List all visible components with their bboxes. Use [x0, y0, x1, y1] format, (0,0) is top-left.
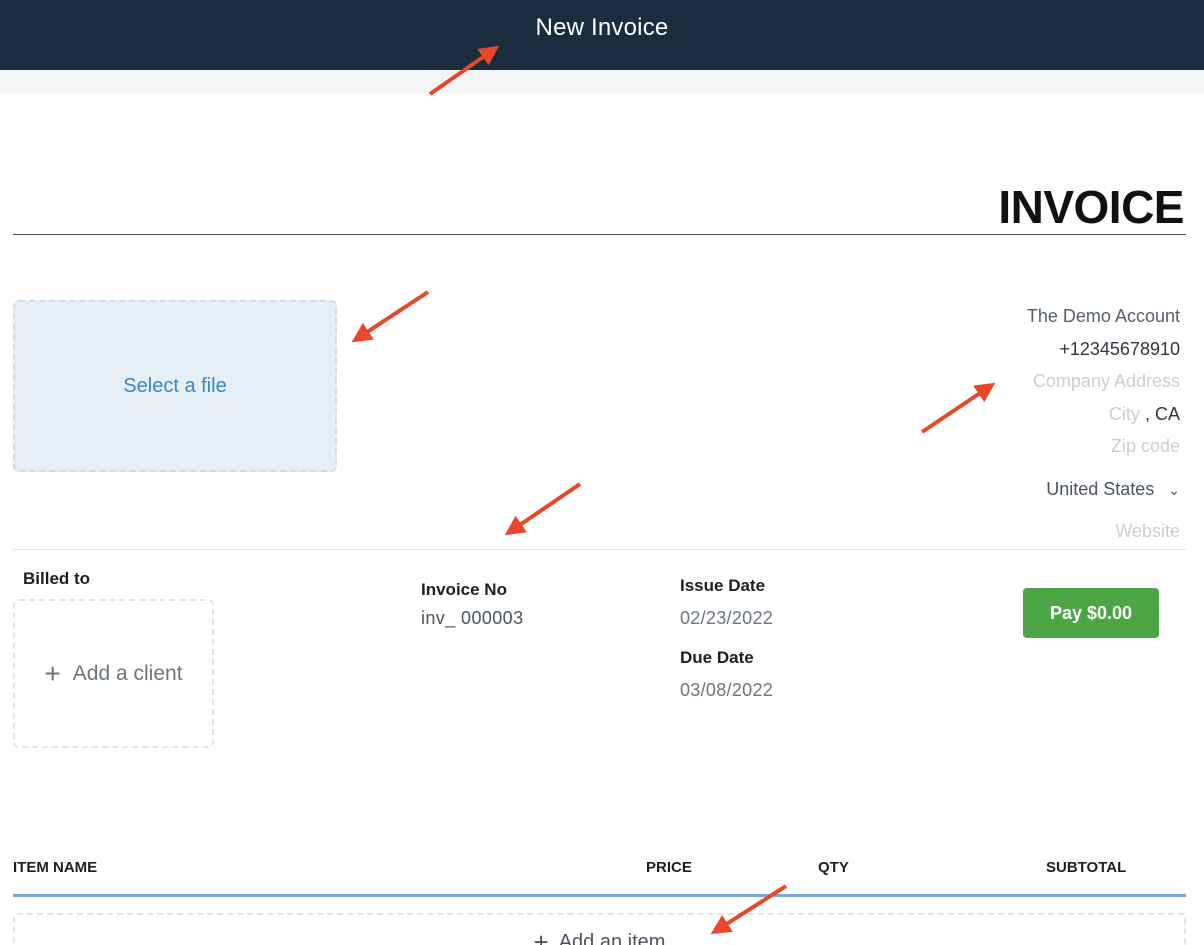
plus-icon: + [44, 657, 61, 689]
due-date-field[interactable]: 03/08/2022 [680, 680, 773, 701]
city-field[interactable]: City [1109, 404, 1140, 424]
invoice-no-number: 000003 [461, 608, 524, 628]
select-file-label: Select a file [123, 374, 227, 397]
pay-button[interactable]: Pay $0.00 [1023, 588, 1159, 638]
zip-code-field[interactable]: Zip code [860, 430, 1180, 463]
column-header-qty: QTY [818, 859, 849, 876]
invoice-page: New Invoice INVOICE Select a file The De… [0, 0, 1204, 945]
billed-to-label: Billed to [23, 569, 91, 588]
issue-date-label: Issue Date [680, 576, 766, 595]
table-header-rule [13, 894, 1186, 897]
invoice-heading: INVOICE [998, 181, 1184, 233]
add-client-label: Add a client [72, 661, 183, 685]
due-date-label: Due Date [680, 648, 754, 667]
chevron-down-icon: ⌄ [1168, 481, 1180, 498]
add-item-button[interactable]: + Add an item [13, 913, 1186, 945]
invoice-no-label: Invoice No [421, 580, 507, 599]
add-item-label: Add an item [558, 931, 666, 945]
top-bar: New Invoice [0, 0, 1204, 70]
city-state-row: City , CA [860, 398, 1180, 431]
column-header-subtotal: SUBTOTAL [1046, 859, 1127, 876]
sub-bar [0, 70, 1204, 93]
logo-file-picker[interactable]: Select a file [13, 300, 337, 472]
state-field[interactable]: CA [1155, 404, 1180, 424]
invoice-no-value[interactable]: inv_ 000003 [421, 608, 524, 629]
company-details: The Demo Account +12345678910 Company Ad… [860, 300, 1180, 548]
country-select[interactable]: United States ⌄ [860, 473, 1180, 506]
company-address-field[interactable]: Company Address [860, 365, 1180, 398]
annotation-arrow [504, 482, 582, 536]
company-name-field[interactable]: The Demo Account [860, 300, 1180, 333]
city-state-separator: , [1144, 403, 1150, 424]
issue-date-field[interactable]: 02/23/2022 [680, 608, 773, 629]
heading-divider [13, 234, 1186, 235]
column-header-price: PRICE [646, 859, 692, 876]
section-divider [13, 549, 1186, 550]
annotation-arrow [351, 290, 430, 343]
column-header-item-name: ITEM NAME [13, 859, 98, 876]
company-phone-field[interactable]: +12345678910 [860, 333, 1180, 366]
add-client-button[interactable]: + Add a client [13, 599, 214, 748]
country-value: United States [1046, 478, 1155, 499]
plus-icon: + [533, 927, 549, 945]
page-title: New Invoice [535, 14, 669, 41]
website-field[interactable]: Website [860, 515, 1180, 548]
invoice-no-prefix: inv_ [421, 608, 456, 628]
